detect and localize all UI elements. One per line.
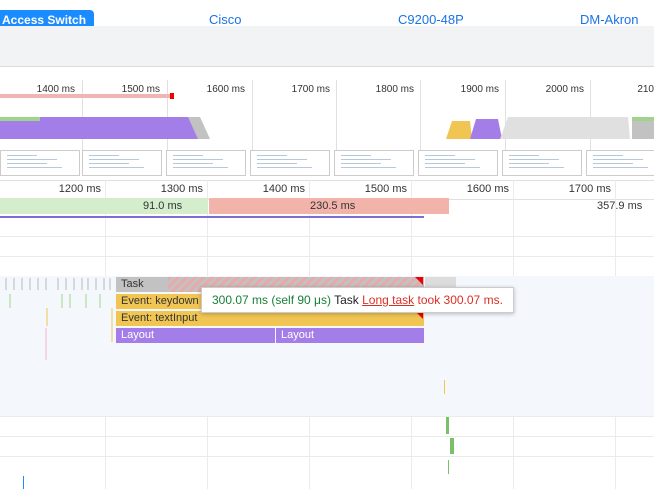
network-tick (23, 476, 24, 489)
raster-task[interactable] (446, 417, 449, 434)
device-table-row (0, 0, 654, 27)
event-tick (444, 380, 445, 394)
activity-layout-area (470, 119, 502, 139)
layout-slice[interactable]: Layout (116, 328, 275, 343)
overview-tick-label: 1700 ms (291, 84, 330, 95)
activity-idle-area (500, 117, 630, 139)
track-divider (0, 416, 654, 417)
screenshot-thumbnail[interactable] (418, 150, 498, 176)
vendor-cell[interactable]: Cisco (209, 12, 242, 27)
track-divider (0, 256, 654, 257)
table-filler-row (0, 26, 654, 67)
main-thread-small-tasks[interactable] (0, 276, 116, 362)
overview-tick-label: 1600 ms (206, 84, 245, 95)
screenshot-thumbnail[interactable] (250, 150, 330, 176)
screenshot-thumbnail[interactable] (586, 150, 654, 176)
activity-event-area (446, 121, 472, 139)
timeline-tick-label: 1400 ms (262, 183, 305, 195)
overview-tick-label: 1900 ms (460, 84, 499, 95)
frame-duration-label: 357.9 ms (597, 200, 643, 212)
overview-long-task-bar (0, 94, 172, 98)
timeline-tick-label: 1200 ms (58, 183, 101, 195)
overview-long-task-marker (170, 93, 174, 99)
activity-tail-rendering (632, 117, 654, 121)
site-cell[interactable]: DM-Akron (580, 12, 639, 27)
screenshot-thumbnail[interactable] (82, 150, 162, 176)
overview-tick-label: 210 (637, 84, 654, 95)
screenshot-thumbnail[interactable] (334, 150, 414, 176)
raster-task[interactable] (450, 438, 454, 454)
long-task-link[interactable]: Long task (362, 293, 414, 307)
track-divider (0, 456, 654, 457)
overview-tick-label: 1800 ms (375, 84, 414, 95)
tooltip-task-name: Task (334, 293, 359, 307)
raster-task[interactable] (448, 460, 449, 474)
timeline-tick-label: 1300 ms (160, 183, 203, 195)
interaction-bar[interactable] (0, 216, 424, 218)
task-tooltip: 300.07 ms (self 90 μs) Task Long task to… (201, 287, 514, 313)
frame-duration-label: 91.0 ms (143, 200, 183, 212)
long-task-warning-marker (415, 277, 423, 285)
track-divider (0, 236, 654, 237)
tooltip-long-task-text: took 300.07 ms. (417, 293, 503, 307)
frame-duration-label: 230.5 ms (310, 200, 356, 212)
textinput-event-slice[interactable]: Event: textInput (116, 311, 424, 326)
overview-tick-label: 2000 ms (545, 84, 584, 95)
activity-rendering-area (0, 117, 40, 121)
screenshot-thumbnail[interactable] (166, 150, 246, 176)
screenshot-thumbnail[interactable] (502, 150, 582, 176)
tooltip-duration: 300.07 ms (self 90 μs) (212, 293, 331, 307)
layout-slice[interactable]: Layout (276, 328, 424, 343)
timeline-tick-label: 1500 ms (364, 183, 407, 195)
track-divider (0, 436, 654, 437)
model-cell[interactable]: C9200-48P (398, 12, 464, 27)
cpu-activity-chart[interactable] (0, 113, 654, 139)
timeline-tick-label: 1600 ms (466, 183, 509, 195)
timeline-tick-label: 1700 ms (568, 183, 611, 195)
screenshot-thumbnail[interactable] (0, 150, 80, 176)
